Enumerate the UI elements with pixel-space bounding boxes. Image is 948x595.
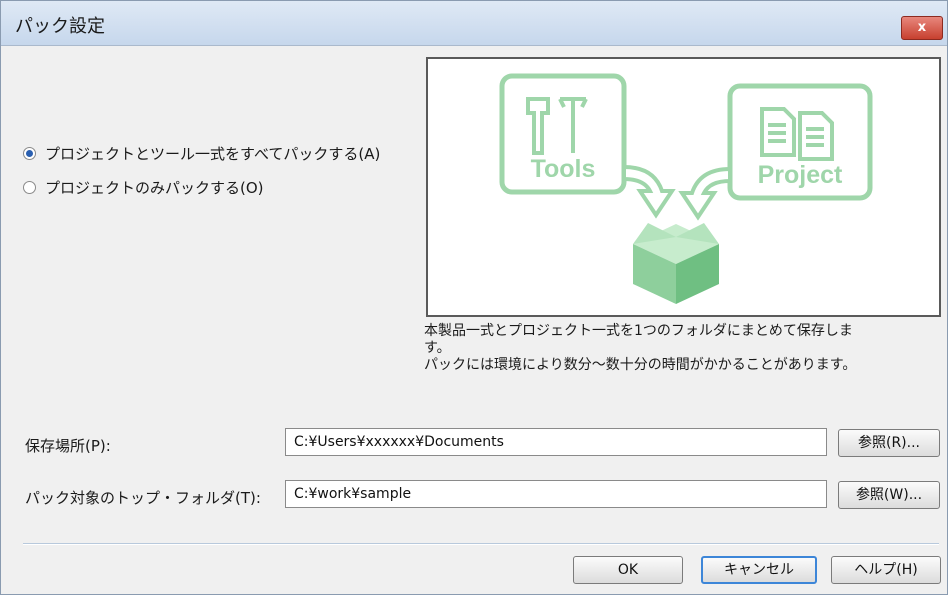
option-pack-project-only[interactable]: プロジェクトのみパックする(O) (23, 176, 264, 198)
tools-label: Tools (531, 155, 596, 183)
radio-pack-project-only[interactable] (23, 180, 36, 194)
close-icon: x (917, 20, 927, 35)
browse-save-location-button[interactable]: 参照(R)... (838, 429, 940, 457)
option-pack-project-only-label: プロジェクトのみパックする(O) (45, 178, 264, 197)
help-button[interactable]: ヘルプ(H) (831, 556, 941, 584)
dialog-title: パック設定 (15, 16, 105, 37)
browse-top-folder-button[interactable]: 参照(W)... (838, 481, 940, 509)
arrow-right-icon (678, 166, 732, 221)
arrow-left-icon (622, 164, 676, 219)
project-card: Project (678, 83, 873, 221)
pack-diagram: Tools Project (499, 73, 873, 304)
description-line-3: パックには環境により数分～数十分の時間がかかることがあります。 (424, 357, 857, 373)
pack-settings-dialog: パック設定 x プロジェクトとツール一式をすべてパックする(A) プロジェクトの… (0, 0, 948, 595)
top-folder-input[interactable]: C:¥work¥sample (285, 480, 827, 508)
project-label: Project (758, 161, 843, 189)
option-pack-all-label: プロジェクトとツール一式をすべてパックする(A) (45, 144, 381, 163)
package-box-icon (633, 223, 719, 304)
pack-illustration: Tools Project (426, 57, 941, 317)
cancel-button[interactable]: キャンセル (701, 556, 817, 584)
close-button[interactable]: x (901, 16, 943, 40)
option-pack-all[interactable]: プロジェクトとツール一式をすべてパックする(A) (23, 142, 380, 164)
save-location-label: 保存場所(P): (25, 437, 111, 455)
footer-separator (23, 543, 939, 545)
radio-pack-all[interactable] (23, 146, 36, 160)
ok-button[interactable]: OK (573, 556, 683, 584)
description-line-2: す。 (424, 340, 451, 356)
radio-selected-dot (26, 149, 33, 157)
top-folder-label: パック対象のトップ・フォルダ(T): (25, 489, 261, 507)
save-location-input[interactable]: C:¥Users¥xxxxxx¥Documents (285, 428, 827, 456)
description-line-1: 本製品一式とプロジェクト一式を1つのフォルダにまとめて保存しま (424, 323, 853, 339)
tools-card: Tools (499, 73, 676, 219)
title-bar: パック設定 x (1, 1, 947, 46)
